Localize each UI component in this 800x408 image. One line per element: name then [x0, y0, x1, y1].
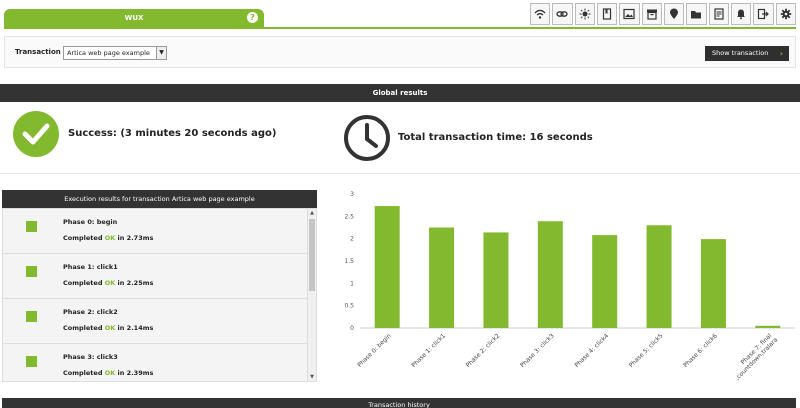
- top-bar: WUX ?: [0, 0, 800, 30]
- phase-result-prefix: Completed: [63, 369, 105, 377]
- folder-icon[interactable]: [686, 3, 707, 25]
- phase-item: Phase 1: click1 Completed OK in 2.25ms: [3, 254, 308, 299]
- transaction-row: Transaction Artica web page example ▼ Sh…: [4, 36, 796, 68]
- phase-item: Phase 0: begin Completed OK in 2.73ms: [3, 209, 308, 254]
- phase-times-chart-svg: 0 0.5 1 1.5 2 2.5 3 Phase 0: begin Phase 1: clic…: [344, 191, 795, 382]
- archive-icon[interactable]: [641, 3, 662, 25]
- y-tick-label: 0: [350, 325, 354, 332]
- phase-result: Completed OK in 2.25ms: [63, 279, 153, 287]
- phase-status-square: [26, 266, 37, 277]
- phase-item: Phase 3: click3 Completed OK in 2.39ms: [3, 344, 308, 381]
- phase-result: Completed OK in 2.73ms: [63, 234, 153, 242]
- tab-underline: [4, 27, 796, 29]
- show-transaction-button[interactable]: Show transaction ›: [705, 46, 789, 61]
- phase-item: Phase 2: click2 Completed OK in 2.14ms: [3, 299, 308, 344]
- transaction-select-value: Artica web page example: [67, 49, 150, 57]
- phase-title: Phase 1: click1: [63, 263, 118, 271]
- phase-result-suffix: in 2.73ms: [115, 234, 154, 242]
- wux-page: WUX ? Transaction Artica web page exampl…: [0, 0, 800, 408]
- gear-icon[interactable]: [775, 3, 796, 25]
- bookmark-icon[interactable]: [596, 3, 618, 25]
- wux-tab-title: WUX: [124, 14, 144, 22]
- show-transaction-label: Show transaction: [712, 49, 769, 57]
- success-status: Success: (3 minutes 20 seconds ago): [68, 128, 277, 139]
- scrollbar-thumb[interactable]: [309, 219, 315, 291]
- y-tick-label: 1: [350, 280, 354, 287]
- wux-tab[interactable]: WUX ?: [4, 9, 264, 27]
- phase-result-prefix: Completed: [63, 324, 105, 332]
- chart-bar[interactable]: [700, 239, 726, 328]
- wifi-icon[interactable]: [530, 3, 551, 25]
- phase-ok: OK: [104, 234, 116, 242]
- logout-icon[interactable]: [753, 3, 774, 25]
- x-category-label: Phase 6: click6: [682, 332, 719, 369]
- y-tick-label: 2: [350, 236, 354, 243]
- chart-bar[interactable]: [537, 221, 563, 328]
- transaction-label: Transaction: [15, 48, 61, 56]
- help-icon[interactable]: ?: [247, 12, 258, 23]
- x-category-label: Phase 2: click2: [465, 332, 502, 369]
- note-icon[interactable]: [708, 3, 729, 25]
- phase-result: Completed OK in 2.39ms: [63, 369, 153, 377]
- chart-bar[interactable]: [374, 206, 400, 328]
- global-results-header: Global results: [0, 84, 800, 102]
- x-category-label: Phase 5: click5: [628, 332, 665, 369]
- chevron-right-icon: ›: [779, 49, 783, 58]
- global-results-body: Success: (3 minutes 20 seconds ago) Tota…: [0, 102, 800, 174]
- clock-icon: [344, 115, 390, 161]
- phase-times-chart: 0 0.5 1 1.5 2 2.5 3 Phase 0: begin Phase 1: clic…: [330, 180, 800, 395]
- y-tick-label: 1.5: [344, 258, 354, 265]
- phase-result-suffix: in 2.14ms: [115, 324, 154, 332]
- x-category-label: Phase 1: click1: [410, 332, 447, 369]
- view-toolbar: [530, 3, 798, 25]
- map-pin-icon[interactable]: [663, 3, 685, 25]
- chart-bar[interactable]: [646, 225, 672, 328]
- phase-result-prefix: Completed: [63, 279, 105, 287]
- phase-title: Phase 2: click2: [63, 308, 118, 316]
- success-check-icon: [13, 111, 59, 157]
- sun-icon[interactable]: [574, 3, 595, 25]
- phase-ok: OK: [104, 369, 116, 377]
- phase-result: Completed OK in 2.14ms: [63, 324, 153, 332]
- chevron-down-icon[interactable]: ▼: [156, 47, 166, 59]
- x-category-label: Phase 4: click4: [573, 332, 610, 369]
- execution-results-header: Execution results for transaction Artica…: [2, 190, 317, 208]
- transaction-select[interactable]: Artica web page example ▼: [63, 46, 167, 60]
- phase-ok: OK: [104, 279, 116, 287]
- y-tick-label: 3: [350, 191, 354, 198]
- link-icon[interactable]: [552, 3, 573, 25]
- phase-result-suffix: in 2.39ms: [115, 369, 154, 377]
- scroll-up-icon[interactable]: ▲: [308, 209, 316, 217]
- phase-result-prefix: Completed: [63, 234, 105, 242]
- y-tick-label: 0.5: [344, 303, 354, 310]
- total-transaction-time: Total transaction time: 16 seconds: [398, 132, 593, 143]
- phase-result-suffix: in 2.25ms: [115, 279, 154, 287]
- scrollbar[interactable]: ▲ ▼: [307, 209, 316, 381]
- x-category-label: Phase 3: click3: [519, 332, 556, 369]
- execution-results-list[interactable]: Phase 0: begin Completed OK in 2.73ms Ph…: [2, 208, 317, 382]
- image-icon[interactable]: [619, 3, 640, 25]
- chart-bar[interactable]: [592, 235, 618, 328]
- chart-bar[interactable]: [429, 227, 455, 329]
- phase-title: Phase 3: click3: [63, 353, 118, 361]
- phase-ok: OK: [104, 324, 116, 332]
- phase-status-square: [26, 356, 37, 367]
- y-tick-label: 2.5: [344, 213, 354, 220]
- chart-bar[interactable]: [483, 232, 509, 328]
- phase-title: Phase 0: begin: [63, 218, 118, 226]
- bell-icon[interactable]: [730, 3, 752, 25]
- scroll-down-icon[interactable]: ▼: [308, 373, 316, 381]
- chart-bar[interactable]: [755, 325, 781, 328]
- transaction-history-header: Transaction history: [2, 398, 796, 408]
- phase-status-square: [26, 221, 37, 232]
- phase-status-square: [26, 311, 37, 322]
- x-category-label: Phase 0: begin: [356, 332, 392, 368]
